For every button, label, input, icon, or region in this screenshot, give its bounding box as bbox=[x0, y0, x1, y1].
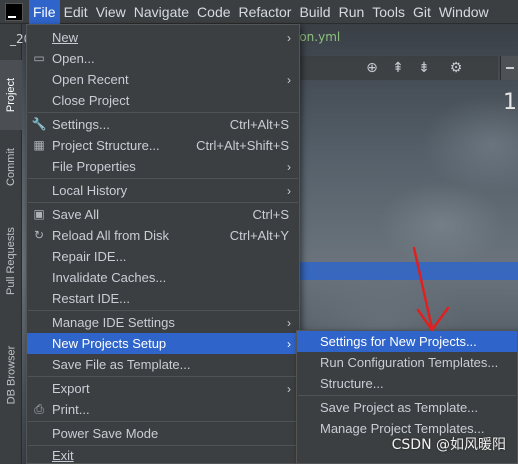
submenu-item-save-project-as-template[interactable]: Save Project as Template... bbox=[297, 397, 517, 418]
menu-refactor[interactable]: Refactor bbox=[235, 0, 296, 24]
submenu-item-run-configuration-templates[interactable]: Run Configuration Templates... bbox=[297, 352, 517, 373]
editor-line-number: 1 bbox=[503, 90, 517, 115]
menu-separator bbox=[28, 112, 298, 113]
project-toolbar-icons: ⊕ ⇞ ⇟ ⚙ bbox=[364, 58, 464, 78]
menu-item-close-project[interactable]: Close Project bbox=[27, 90, 299, 111]
project-structure-icon: ▦ bbox=[33, 138, 45, 152]
menu-git[interactable]: Git bbox=[409, 0, 435, 24]
menu-build[interactable]: Build bbox=[295, 0, 334, 24]
tab-commit[interactable]: Commit bbox=[0, 132, 22, 202]
wrench-icon: 🔧 bbox=[31, 117, 47, 131]
menu-item-power-save-mode[interactable]: Power Save Mode bbox=[27, 423, 299, 444]
menu-item-export[interactable]: Export › bbox=[27, 378, 299, 399]
menu-separator bbox=[298, 395, 516, 396]
menu-item-settings[interactable]: 🔧 Settings... Ctrl+Alt+S bbox=[27, 114, 299, 135]
submenu-arrow-icon: › bbox=[287, 183, 291, 198]
printer-icon: ⎙ bbox=[34, 401, 44, 416]
menu-separator bbox=[28, 202, 298, 203]
menu-item-new[interactable]: New › bbox=[27, 27, 299, 48]
menu-item-reload[interactable]: ↻ Reload All from Disk Ctrl+Alt+Y bbox=[27, 225, 299, 246]
menu-item-save-all[interactable]: ▣ Save All Ctrl+S bbox=[27, 204, 299, 225]
menu-tools[interactable]: Tools bbox=[368, 0, 409, 24]
menu-item-local-history[interactable]: Local History › bbox=[27, 180, 299, 201]
folder-icon: ▭ bbox=[33, 51, 45, 65]
menu-file[interactable]: File bbox=[29, 0, 60, 24]
menu-separator bbox=[28, 310, 298, 311]
save-icon: ▣ bbox=[33, 207, 45, 221]
expand-all-icon[interactable]: ⇞ bbox=[390, 60, 406, 76]
minimize-button[interactable] bbox=[500, 56, 518, 80]
menu-separator bbox=[28, 376, 298, 377]
menu-item-open-recent[interactable]: Open Recent › bbox=[27, 69, 299, 90]
tool-window-stripe: Project Commit Pull Requests DB Browser bbox=[0, 24, 22, 464]
menu-item-open[interactable]: ▭ Open... bbox=[27, 48, 299, 69]
submenu-arrow-icon: › bbox=[287, 159, 291, 174]
submenu-arrow-icon: › bbox=[287, 381, 291, 396]
menu-item-invalidate-caches[interactable]: Invalidate Caches... bbox=[27, 267, 299, 288]
tab-pull-requests[interactable]: Pull Requests bbox=[0, 206, 22, 316]
menubar: File Edit View Navigate Code Refactor Bu… bbox=[0, 0, 518, 24]
csdn-watermark: CSDN @如风暖阳 bbox=[391, 437, 506, 453]
submenu-arrow-icon: › bbox=[287, 30, 291, 45]
submenu-item-structure[interactable]: Structure... bbox=[297, 373, 517, 394]
menu-code[interactable]: Code bbox=[193, 0, 234, 24]
menu-item-print[interactable]: ⎙ Print... bbox=[27, 399, 299, 420]
reload-icon: ↻ bbox=[33, 228, 45, 242]
file-menu: New › ▭ Open... Open Recent › Close Projec… bbox=[26, 24, 300, 464]
menu-item-exit[interactable]: Exit bbox=[27, 446, 299, 464]
submenu-arrow-icon: › bbox=[287, 336, 291, 351]
menu-run[interactable]: Run bbox=[335, 0, 369, 24]
editor-file-tab[interactable]: ion.yml bbox=[296, 30, 340, 44]
menu-item-save-file-as-template[interactable]: Save File as Template... bbox=[27, 354, 299, 375]
menu-edit[interactable]: Edit bbox=[60, 0, 92, 24]
menu-window[interactable]: Window bbox=[435, 0, 493, 24]
menu-item-manage-ide-settings[interactable]: Manage IDE Settings › bbox=[27, 312, 299, 333]
menu-item-file-properties[interactable]: File Properties › bbox=[27, 156, 299, 177]
tab-project[interactable]: Project bbox=[0, 60, 22, 130]
red-arrow-annotation bbox=[412, 246, 450, 332]
menu-item-new-projects-setup[interactable]: New Projects Setup › bbox=[27, 333, 299, 354]
menu-item-repair-ide[interactable]: Repair IDE... bbox=[27, 246, 299, 267]
menu-navigate[interactable]: Navigate bbox=[130, 0, 193, 24]
menu-item-project-structure[interactable]: ▦ Project Structure... Ctrl+Alt+Shift+S bbox=[27, 135, 299, 156]
submenu-arrow-icon: › bbox=[287, 72, 291, 87]
menu-separator bbox=[28, 178, 298, 179]
menu-view[interactable]: View bbox=[92, 0, 130, 24]
submenu-arrow-icon: › bbox=[287, 315, 291, 330]
locate-icon[interactable]: ⊕ bbox=[364, 60, 380, 76]
menu-item-restart-ide[interactable]: Restart IDE... bbox=[27, 288, 299, 309]
collapse-all-icon[interactable]: ⇟ bbox=[416, 60, 432, 76]
menu-separator bbox=[28, 421, 298, 422]
intellij-logo-icon bbox=[5, 2, 23, 21]
gear-icon[interactable]: ⚙ bbox=[448, 60, 464, 76]
tab-db-browser[interactable]: DB Browser bbox=[0, 320, 22, 430]
